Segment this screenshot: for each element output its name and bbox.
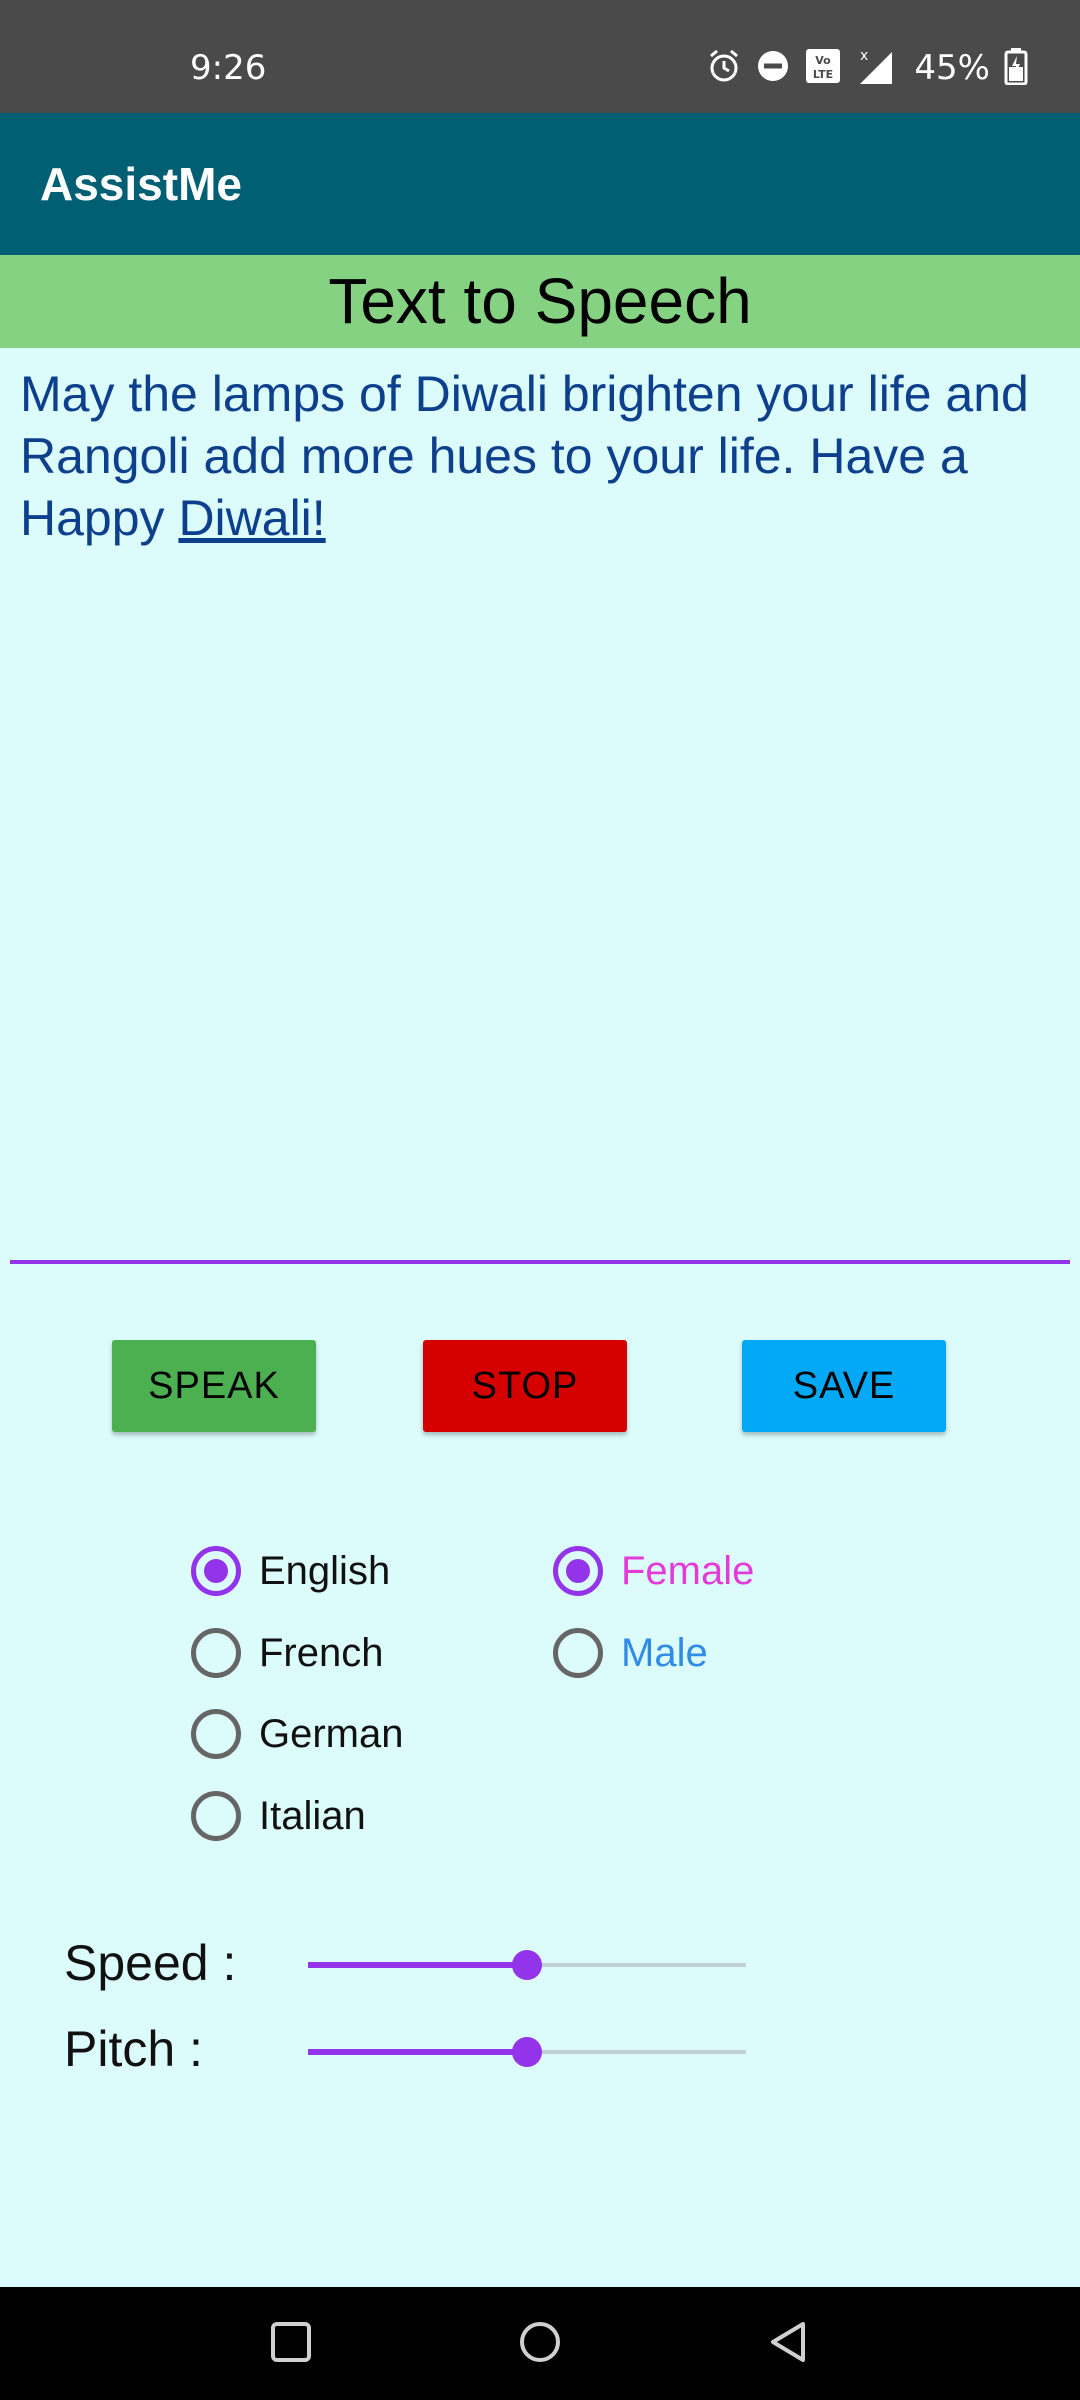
radio-italian[interactable]: Italian — [191, 1791, 366, 1841]
radio-italian-label: Italian — [259, 1793, 366, 1838]
pitch-slider-thumb[interactable] — [512, 2037, 542, 2067]
save-button[interactable]: SAVE — [742, 1340, 946, 1432]
alarm-icon — [706, 48, 742, 88]
status-bar: 9:26 Vo LTE x 45% — [0, 0, 1080, 113]
battery-icon — [1004, 47, 1028, 89]
svg-text:x: x — [860, 48, 868, 64]
text-input-content: May the lamps of Diwali brighten your li… — [20, 366, 1029, 546]
do-not-disturb-icon — [756, 49, 790, 87]
radio-german-label: German — [259, 1711, 404, 1756]
radio-english[interactable]: English — [191, 1546, 390, 1596]
text-input-underline — [10, 1260, 1070, 1264]
recents-button[interactable] — [231, 2287, 351, 2400]
stop-button[interactable]: STOP — [423, 1340, 627, 1432]
pitch-label: Pitch : — [64, 2021, 203, 2077]
status-icons: Vo LTE x 45% — [706, 46, 1028, 90]
speed-slider-thumb[interactable] — [512, 1950, 542, 1980]
status-time: 9:26 — [190, 48, 267, 88]
speak-button[interactable]: SPEAK — [112, 1340, 316, 1432]
radio-english-label: English — [259, 1548, 391, 1593]
back-button[interactable] — [728, 2287, 848, 2400]
radio-male-label: Male — [621, 1630, 708, 1675]
speed-slider[interactable] — [308, 1945, 746, 1985]
text-input-underlined-word: Diwali! — [178, 490, 326, 546]
speed-label: Speed : — [64, 1935, 237, 1991]
radio-english-indicator[interactable] — [191, 1546, 241, 1596]
radio-french-label: French — [259, 1630, 384, 1675]
home-icon — [517, 2319, 563, 2369]
radio-female-label: Female — [621, 1548, 755, 1593]
app-bar: AssistMe — [0, 113, 1080, 255]
radio-french-indicator[interactable] — [191, 1628, 241, 1678]
back-icon — [765, 2319, 811, 2369]
navigation-bar — [0, 2287, 1080, 2400]
radio-french[interactable]: French — [191, 1628, 384, 1678]
speed-slider-fill — [308, 1962, 527, 1968]
svg-text:LTE: LTE — [813, 68, 833, 81]
volte-icon: Vo LTE — [804, 47, 842, 89]
app-title: AssistMe — [40, 158, 242, 210]
recents-icon — [269, 2320, 313, 2368]
battery-percent: 45% — [914, 48, 990, 88]
page-title: Text to Speech — [328, 265, 752, 337]
signal-icon: x — [856, 46, 896, 90]
svg-text:Vo: Vo — [816, 54, 832, 67]
radio-female-indicator[interactable] — [553, 1546, 603, 1596]
radio-male-indicator[interactable] — [553, 1628, 603, 1678]
radio-male[interactable]: Male — [553, 1628, 708, 1678]
pitch-slider-fill — [308, 2049, 527, 2055]
radio-german-indicator[interactable] — [191, 1709, 241, 1759]
section-header: Text to Speech — [0, 255, 1080, 348]
radio-female[interactable]: Female — [553, 1546, 754, 1596]
pitch-slider[interactable] — [308, 2032, 746, 2072]
radio-german[interactable]: German — [191, 1709, 404, 1759]
radio-italian-indicator[interactable] — [191, 1791, 241, 1841]
home-button[interactable] — [480, 2287, 600, 2400]
text-input[interactable]: May the lamps of Diwali brighten your li… — [20, 363, 1060, 1263]
